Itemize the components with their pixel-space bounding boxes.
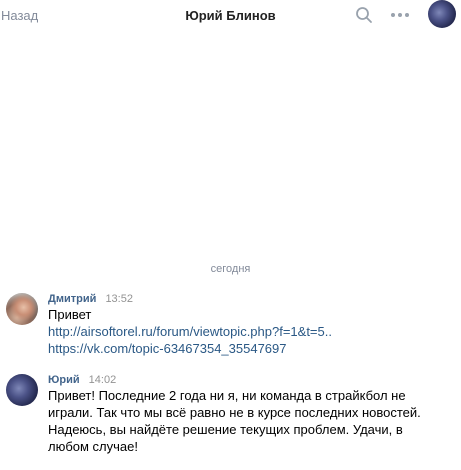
message-link[interactable]: https://vk.com/topic-63467354_35547697 [48,340,453,357]
message-header: Дмитрий 13:52 [48,293,133,305]
top-bar: Назад Юрий Блинов [0,0,461,32]
message-line: Привет [48,307,92,322]
message-time[interactable]: 13:52 [105,293,133,305]
search-icon[interactable] [355,6,373,24]
message-text: Привет! Последние 2 года ни я, ни команд… [48,387,453,455]
date-separator: сегодня [210,263,251,275]
author-name[interactable]: Дмитрий [48,293,96,305]
message-time[interactable]: 14:02 [89,374,117,386]
avatar[interactable] [6,293,38,325]
message-header: Юрий 14:02 [48,374,116,386]
avatar[interactable] [428,0,456,28]
message-link[interactable]: http://airsoftorel.ru/forum/viewtopic.ph… [48,323,453,340]
avatar[interactable] [6,374,38,406]
back-link[interactable]: Назад [1,8,38,23]
more-horizontal-icon[interactable] [390,6,410,24]
message-line: играли. Так что мы всё равно не в курсе … [48,405,421,420]
message-line: любом случае! [48,439,138,454]
author-name[interactable]: Юрий [48,374,80,386]
message-line: Привет! Последние 2 года ни я, ни команд… [48,388,406,403]
message-text: Привет http://airsoftorel.ru/forum/viewt… [48,306,453,357]
message-line: Надеюсь, вы найдёте решение текущих проб… [48,422,403,437]
